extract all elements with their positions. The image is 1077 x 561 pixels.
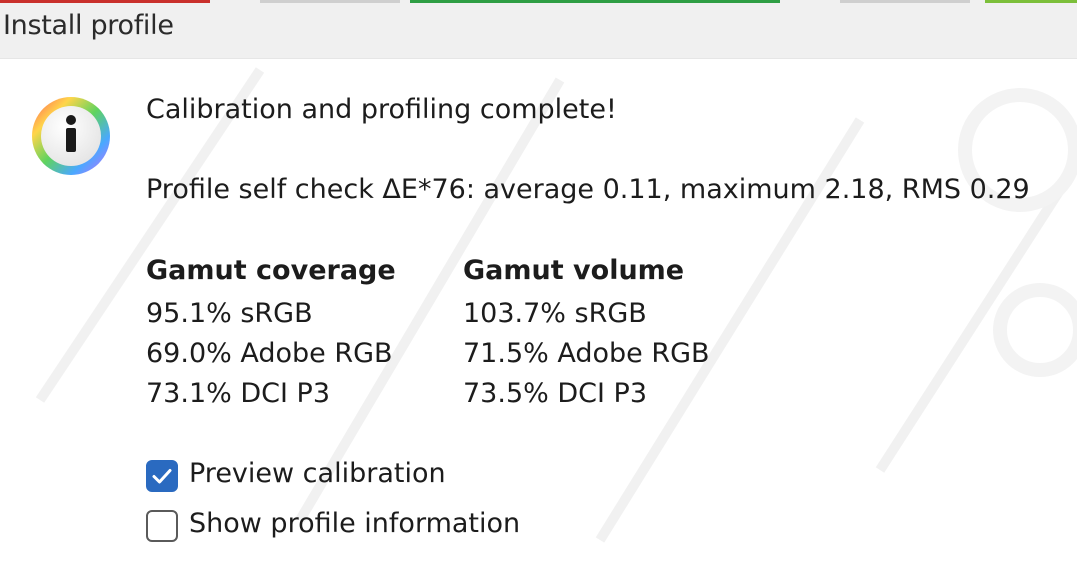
accent-strip-lime <box>985 0 1077 3</box>
gamut-volume-adobe-rgb: 71.5% Adobe RGB <box>463 338 710 369</box>
accent-strip-gray <box>260 0 400 3</box>
completion-message: Calibration and profiling complete! <box>146 94 617 125</box>
gamut-coverage-adobe-rgb: 69.0% Adobe RGB <box>146 338 393 369</box>
preview-calibration-checkbox[interactable] <box>146 460 178 492</box>
preview-calibration-label[interactable]: Preview calibration <box>189 458 446 489</box>
info-icon <box>32 97 110 175</box>
show-profile-information-label[interactable]: Show profile information <box>189 508 520 539</box>
gamut-volume-heading: Gamut volume <box>463 255 685 286</box>
accent-strip-gray-2 <box>840 0 970 3</box>
window-title: Install profile <box>3 10 174 41</box>
title-bar: Install profile <box>0 0 1077 59</box>
accent-strip-green <box>410 0 780 3</box>
accent-strip-red <box>0 0 210 3</box>
gamut-volume-srgb: 103.7% sRGB <box>463 298 647 329</box>
gamut-volume-dci-p3: 73.5% DCI P3 <box>463 378 648 409</box>
gamut-coverage-dci-p3: 73.1% DCI P3 <box>146 378 331 409</box>
gamut-coverage-srgb: 95.1% sRGB <box>146 298 313 329</box>
show-profile-information-checkbox[interactable] <box>146 510 178 542</box>
self-check-summary: Profile self check ΔE*76: average 0.11, … <box>146 174 1030 205</box>
check-icon <box>152 469 172 484</box>
gamut-coverage-heading: Gamut coverage <box>146 255 396 286</box>
